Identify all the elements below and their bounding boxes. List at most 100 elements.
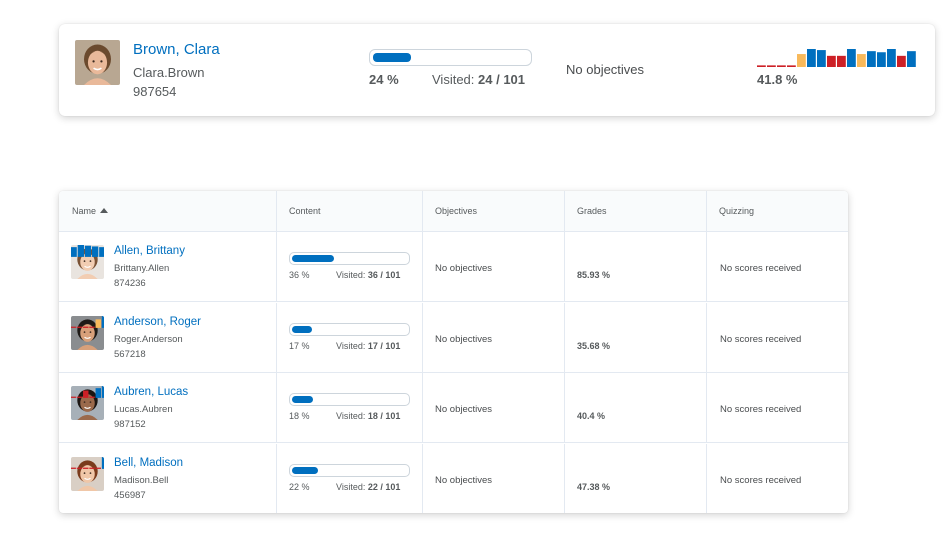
- column-divider: [422, 443, 423, 513]
- column-header-objectives[interactable]: Objectives: [422, 191, 477, 232]
- objectives-status: No objectives: [435, 263, 493, 274]
- content-progress-fill: [292, 466, 318, 474]
- student-name-link[interactable]: Aubren, Lucas: [114, 386, 188, 398]
- grade-bar: [76, 396, 83, 398]
- column-header-quizzing[interactable]: Quizzing: [706, 191, 754, 232]
- column-divider: [276, 191, 277, 232]
- student-name-link[interactable]: Anderson, Roger: [114, 316, 201, 328]
- content-progress-bar: [289, 322, 410, 336]
- grade-bar: [101, 456, 104, 469]
- table-row: Allen, Brittany Brittany.Allen 874236 36…: [59, 232, 848, 302]
- grade-bar: [807, 49, 816, 67]
- content-visited: Visited: 36 / 101: [336, 270, 400, 280]
- user-photo-icon: [75, 40, 120, 85]
- grade-bar: [83, 467, 89, 469]
- content-percent: 22 %: [289, 481, 310, 492]
- content-progress-fill: [292, 396, 314, 403]
- column-divider: [706, 373, 707, 442]
- column-divider: [564, 232, 565, 301]
- grade-percent: 47.38 %: [577, 481, 611, 492]
- grade-bar: [757, 65, 766, 67]
- objectives-status: No objectives: [435, 404, 493, 415]
- content-progress-fill: [292, 325, 312, 333]
- column-divider: [564, 443, 565, 513]
- column-divider: [706, 302, 707, 372]
- objectives-status: No objectives: [435, 333, 493, 345]
- grade-bar: [89, 467, 95, 469]
- content-progress-bar: [289, 393, 410, 406]
- grade-bar: [827, 55, 836, 67]
- content-visited: Visited: 24 / 101: [432, 72, 525, 87]
- student-summary-card: Brown, Clara Clara.Brown 987654 24 % Vis…: [59, 24, 935, 116]
- student-name-link[interactable]: Bell, Madison: [114, 457, 183, 469]
- content-percent: 17 %: [289, 340, 310, 351]
- student-username: Lucas.Aubren: [114, 404, 173, 415]
- column-divider: [706, 443, 707, 513]
- visited-label: Visited:: [336, 411, 366, 421]
- grade-bar: [897, 55, 906, 67]
- column-divider: [276, 232, 277, 301]
- user-photo-icon: [71, 456, 104, 491]
- visited-count: 36 / 101: [367, 270, 401, 280]
- grades-sparkline: [577, 462, 695, 476]
- column-divider: [564, 191, 565, 232]
- content-progress-bar: [369, 49, 532, 66]
- column-header-name[interactable]: Name: [59, 191, 109, 232]
- column-divider: [276, 302, 277, 372]
- student-org-id: 987654: [133, 84, 177, 99]
- grades-sparkline: [577, 391, 695, 405]
- visited-count: 18 / 101: [367, 411, 401, 421]
- grade-bar: [787, 65, 796, 67]
- grade-bar: [84, 245, 92, 257]
- student-org-id: 874236: [114, 278, 146, 289]
- grade-percent: 40.4 %: [577, 411, 606, 421]
- quizzing-status: No scores received: [720, 474, 802, 486]
- visited-count: 22 / 101: [367, 481, 401, 492]
- visited-label: Visited:: [432, 72, 475, 87]
- grade-bar: [91, 246, 99, 257]
- column-divider: [422, 302, 423, 372]
- content-progress-bar: [289, 463, 410, 477]
- content-progress-fill: [373, 53, 411, 62]
- grade-bar: [71, 467, 76, 469]
- grade-bar: [887, 49, 896, 67]
- grade-bar: [99, 247, 104, 257]
- grade-percent: 85.93 %: [577, 270, 611, 280]
- grade-bar: [71, 396, 76, 398]
- column-header-content[interactable]: Content: [276, 191, 321, 232]
- sort-ascending-icon[interactable]: [100, 208, 109, 213]
- column-divider: [564, 373, 565, 442]
- column-header-grades[interactable]: Grades: [564, 191, 607, 232]
- content-percent: 18 %: [289, 411, 310, 421]
- avatar: [71, 245, 104, 279]
- grade-bar: [797, 54, 806, 67]
- student-username: Clara.Brown: [133, 65, 205, 80]
- column-header-name-label: Name: [72, 206, 97, 216]
- grade-percent: 41.8 %: [757, 72, 798, 87]
- grade-bar: [867, 51, 876, 67]
- user-photo-icon: [71, 386, 104, 420]
- grades-sparkline: [757, 49, 916, 67]
- grade-bar: [101, 315, 104, 328]
- grade-bar: [767, 65, 776, 67]
- student-name-link[interactable]: Brown, Clara: [133, 41, 220, 58]
- grade-bar: [76, 467, 83, 469]
- content-percent: 36 %: [289, 270, 310, 280]
- grade-bar: [777, 65, 786, 67]
- student-name-link[interactable]: Allen, Brittany: [114, 245, 185, 257]
- avatar: [75, 40, 120, 85]
- user-photo-icon: [71, 315, 104, 350]
- table-row: Anderson, Roger Roger.Anderson 567218 17…: [59, 302, 848, 373]
- column-divider: [422, 191, 423, 232]
- visited-count: 17 / 101: [367, 340, 401, 351]
- grade-bar: [877, 52, 886, 67]
- visited-label: Visited:: [336, 481, 366, 492]
- grade-bar: [76, 326, 83, 328]
- student-username: Madison.Bell: [114, 474, 169, 486]
- column-divider: [276, 373, 277, 442]
- content-percent: 24 %: [369, 72, 399, 87]
- grades-sparkline: [577, 321, 695, 335]
- grade-bar: [847, 49, 856, 67]
- avatar: [71, 386, 104, 420]
- grades-sparkline: [577, 250, 695, 264]
